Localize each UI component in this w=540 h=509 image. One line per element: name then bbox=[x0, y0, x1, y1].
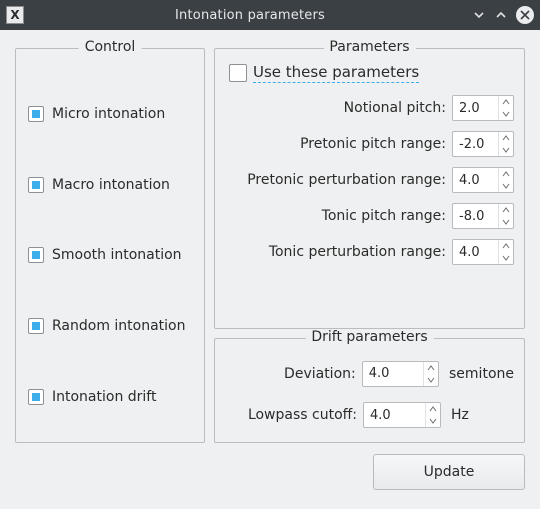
control-item-drift[interactable]: Intonation drift bbox=[28, 389, 192, 405]
app-icon: X bbox=[6, 6, 24, 24]
checkbox-icon[interactable] bbox=[229, 64, 247, 82]
spin-value[interactable]: 4.0 bbox=[363, 362, 423, 386]
window-controls bbox=[472, 6, 534, 24]
field-label: Deviation: bbox=[225, 366, 356, 382]
spin-up-icon[interactable] bbox=[499, 96, 513, 108]
parameters-body: Use these parameters Notional pitch: 2.0… bbox=[225, 63, 514, 318]
parameters-groupbox: Parameters Use these parameters Notional… bbox=[214, 48, 525, 329]
titlebar: X Intonation parameters bbox=[0, 0, 540, 30]
spin-up-icon[interactable] bbox=[499, 168, 513, 180]
checkbox-icon[interactable] bbox=[28, 389, 44, 405]
drift-lowpass-row: Lowpass cutoff: 4.0 Hz bbox=[225, 402, 514, 428]
use-parameters-row[interactable]: Use these parameters bbox=[225, 63, 514, 83]
spin-down-icon[interactable] bbox=[426, 415, 440, 427]
spin-value[interactable]: -2.0 bbox=[453, 132, 498, 156]
spin-value[interactable]: 2.0 bbox=[453, 96, 498, 120]
checkbox-icon[interactable] bbox=[28, 177, 44, 193]
app-icon-letter: X bbox=[10, 8, 19, 22]
notional-pitch-stepper[interactable]: 2.0 bbox=[452, 95, 514, 121]
pretonic-perturbation-range-stepper[interactable]: 4.0 bbox=[452, 167, 514, 193]
pretonic-pitch-range-stepper[interactable]: -2.0 bbox=[452, 131, 514, 157]
field-notional-pitch: Notional pitch: 2.0 bbox=[225, 95, 514, 121]
drift-body: Deviation: 4.0 semitone Lowpass cutoff: … bbox=[225, 357, 514, 432]
field-label: Tonic pitch range: bbox=[225, 208, 446, 224]
spin-value[interactable]: 4.0 bbox=[364, 403, 425, 427]
update-button[interactable]: Update bbox=[373, 454, 525, 490]
maximize-icon[interactable] bbox=[494, 8, 508, 22]
deviation-stepper[interactable]: 4.0 bbox=[362, 361, 439, 387]
drift-deviation-row: Deviation: 4.0 semitone bbox=[225, 361, 514, 387]
deviation-unit: semitone bbox=[445, 366, 514, 382]
lowpass-cutoff-stepper[interactable]: 4.0 bbox=[363, 402, 441, 428]
control-item-label: Random intonation bbox=[52, 318, 186, 334]
spin-down-icon[interactable] bbox=[499, 252, 513, 264]
window-title: Intonation parameters bbox=[28, 8, 472, 23]
checkbox-icon[interactable] bbox=[28, 318, 44, 334]
spin-buttons bbox=[423, 362, 438, 386]
parameters-title: Parameters bbox=[323, 39, 415, 55]
control-groupbox: Control Micro intonation Macro intonatio… bbox=[15, 48, 205, 443]
field-label: Pretonic pitch range: bbox=[225, 136, 446, 152]
field-label: Pretonic perturbation range: bbox=[225, 172, 446, 188]
use-parameters-label: Use these parameters bbox=[253, 63, 419, 83]
tonic-perturbation-range-stepper[interactable]: 4.0 bbox=[452, 239, 514, 265]
field-pretonic-perturbation-range: Pretonic perturbation range: 4.0 bbox=[225, 167, 514, 193]
checkbox-icon[interactable] bbox=[28, 247, 44, 263]
spin-up-icon[interactable] bbox=[499, 240, 513, 252]
spin-buttons bbox=[498, 132, 513, 156]
field-label: Tonic perturbation range: bbox=[225, 244, 446, 260]
lowpass-unit: Hz bbox=[447, 407, 469, 423]
spin-down-icon[interactable] bbox=[499, 216, 513, 228]
spin-value[interactable]: 4.0 bbox=[453, 168, 498, 192]
spin-down-icon[interactable] bbox=[424, 374, 438, 386]
field-pretonic-pitch-range: Pretonic pitch range: -2.0 bbox=[225, 131, 514, 157]
control-list: Micro intonation Macro intonation Smooth… bbox=[28, 79, 192, 432]
minimize-icon[interactable] bbox=[472, 8, 486, 22]
drift-groupbox: Drift parameters Deviation: 4.0 semitone… bbox=[214, 338, 525, 443]
spin-buttons bbox=[498, 168, 513, 192]
spin-up-icon[interactable] bbox=[424, 362, 438, 374]
control-item-label: Intonation drift bbox=[52, 389, 156, 405]
client-area: Control Micro intonation Macro intonatio… bbox=[0, 30, 540, 509]
field-tonic-perturbation-range: Tonic perturbation range: 4.0 bbox=[225, 239, 514, 265]
spin-down-icon[interactable] bbox=[499, 144, 513, 156]
spin-down-icon[interactable] bbox=[499, 180, 513, 192]
control-item-label: Macro intonation bbox=[52, 177, 170, 193]
field-label: Notional pitch: bbox=[225, 100, 446, 116]
spin-buttons bbox=[498, 96, 513, 120]
spin-value[interactable]: -8.0 bbox=[453, 204, 498, 228]
control-item-random[interactable]: Random intonation bbox=[28, 318, 192, 334]
spin-up-icon[interactable] bbox=[499, 132, 513, 144]
spin-down-icon[interactable] bbox=[499, 108, 513, 120]
spin-up-icon[interactable] bbox=[499, 204, 513, 216]
checkbox-icon[interactable] bbox=[28, 106, 44, 122]
spin-up-icon[interactable] bbox=[426, 403, 440, 415]
spin-value[interactable]: 4.0 bbox=[453, 240, 498, 264]
tonic-pitch-range-stepper[interactable]: -8.0 bbox=[452, 203, 514, 229]
spin-buttons bbox=[498, 240, 513, 264]
field-tonic-pitch-range: Tonic pitch range: -8.0 bbox=[225, 203, 514, 229]
control-item-label: Micro intonation bbox=[52, 106, 165, 122]
control-item-smooth[interactable]: Smooth intonation bbox=[28, 247, 192, 263]
control-title: Control bbox=[79, 39, 142, 55]
update-button-label: Update bbox=[424, 464, 475, 480]
control-item-label: Smooth intonation bbox=[52, 247, 182, 263]
drift-title: Drift parameters bbox=[305, 329, 433, 345]
field-label: Lowpass cutoff: bbox=[225, 407, 357, 423]
control-item-macro[interactable]: Macro intonation bbox=[28, 177, 192, 193]
spin-buttons bbox=[425, 403, 440, 427]
control-item-micro[interactable]: Micro intonation bbox=[28, 106, 192, 122]
close-icon[interactable] bbox=[516, 6, 534, 24]
spin-buttons bbox=[498, 204, 513, 228]
